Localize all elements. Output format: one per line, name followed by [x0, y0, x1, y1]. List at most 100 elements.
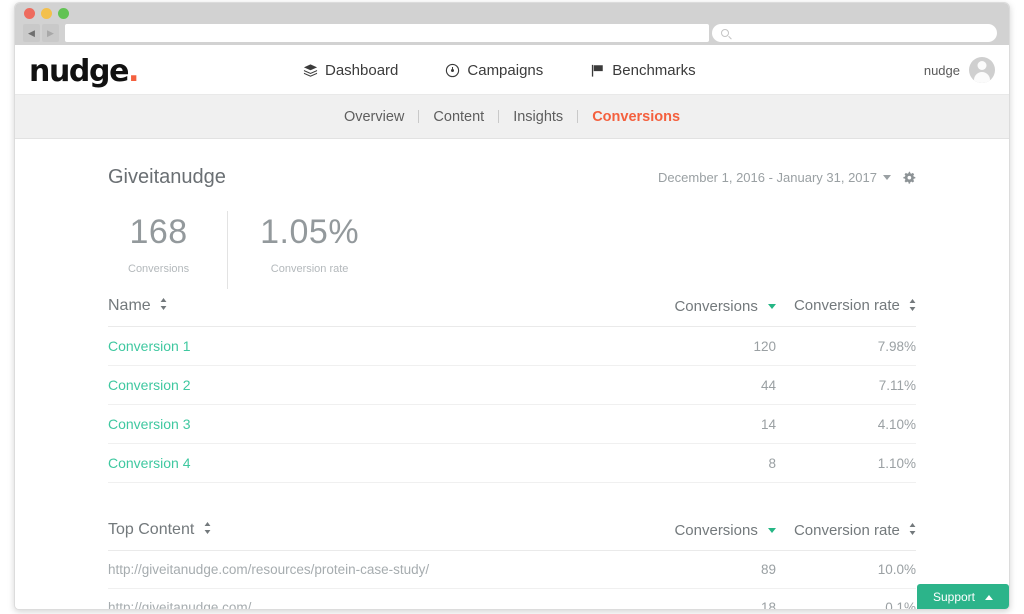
table-row[interactable]: Conversion 4 8 1.10% [108, 444, 916, 483]
table-header-row: Name Conversions Conversion rate [108, 297, 916, 327]
column-header-top-content[interactable]: Top Content [108, 521, 641, 551]
app-header: nudge. Dashboard Campaigns Benchmarks [15, 45, 1009, 95]
top-content-table: Top Content Conversions Conversion rate [108, 521, 916, 610]
logo-dot: . [128, 54, 138, 89]
conversions-table: Name Conversions Conversion rate [108, 297, 916, 483]
content-url-link[interactable]: http://giveitanudge.com/resources/protei… [108, 562, 429, 577]
tab-insights[interactable]: Insights [499, 109, 577, 125]
nav-item-dashboard-label: Dashboard [325, 62, 398, 79]
search-icon [721, 29, 729, 37]
table-header-row: Top Content Conversions Conversion rate [108, 521, 916, 551]
window-controls [24, 8, 69, 19]
page-header-row: Giveitanudge December 1, 2016 - January … [108, 139, 916, 189]
stat-conversion-rate-label: Conversion rate [271, 263, 349, 275]
column-header-conversion-rate[interactable]: Conversion rate [776, 521, 916, 551]
sort-updown-icon[interactable] [909, 298, 916, 315]
address-bar[interactable] [65, 24, 709, 42]
column-header-conversion-rate-label: Conversion rate [794, 297, 900, 314]
avatar[interactable] [969, 57, 995, 83]
content-url-link[interactable]: http://giveitanudge.com/ [108, 600, 251, 610]
sort-updown-icon[interactable] [204, 521, 211, 539]
cell-conversions: 89 [641, 551, 776, 589]
column-header-conversion-rate[interactable]: Conversion rate [776, 297, 916, 327]
chevron-down-icon[interactable] [883, 175, 891, 180]
column-header-conversions[interactable]: Conversions [641, 297, 776, 327]
column-header-conversions-label: Conversions [674, 298, 757, 315]
table-row[interactable]: Conversion 3 14 4.10% [108, 405, 916, 444]
section-spacer [108, 483, 916, 513]
sort-updown-icon[interactable] [909, 522, 916, 539]
nav-item-campaigns-label: Campaigns [467, 62, 543, 79]
browser-search-box[interactable] [712, 24, 997, 42]
maximize-window-button[interactable] [58, 8, 69, 19]
column-header-conversion-rate-label: Conversion rate [794, 522, 900, 539]
nudge-logo[interactable]: nudge. [29, 54, 138, 89]
gear-icon[interactable] [902, 171, 916, 185]
stat-conversion-rate-value: 1.05% [260, 211, 359, 253]
browser-chrome-bar: ◀ ▶ [15, 3, 1009, 45]
top-content-table-body: http://giveitanudge.com/resources/protei… [108, 551, 916, 610]
nav-item-benchmarks-label: Benchmarks [612, 62, 695, 79]
conversions-table-body: Conversion 1 120 7.98% Conversion 2 44 7… [108, 327, 916, 483]
tab-content[interactable]: Content [419, 109, 498, 125]
stat-conversions: 168 Conversions [108, 211, 227, 289]
page-body: Giveitanudge December 1, 2016 - January … [15, 139, 1009, 610]
cell-conversions: 14 [641, 405, 776, 444]
flag-icon [590, 63, 605, 78]
conversions-table-head: Name Conversions Conversion rate [108, 297, 916, 327]
conversion-name-link[interactable]: Conversion 3 [108, 416, 191, 432]
top-content-table-head: Top Content Conversions Conversion rate [108, 521, 916, 551]
table-row[interactable]: http://giveitanudge.com/resources/protei… [108, 551, 916, 589]
stat-conversions-value: 168 [129, 211, 187, 253]
stat-conversion-rate: 1.05% Conversion rate [227, 211, 387, 289]
cell-conversion-rate: 1.10% [776, 444, 916, 483]
column-header-name-label: Name [108, 297, 151, 314]
cell-conversion-rate: 7.98% [776, 327, 916, 366]
support-button-label: Support [933, 590, 975, 604]
cell-conversions: 44 [641, 366, 776, 405]
user-name-label: nudge [924, 63, 960, 78]
cell-conversion-rate: 4.10% [776, 405, 916, 444]
cell-conversion-rate: 7.11% [776, 366, 916, 405]
chevron-up-icon [985, 595, 993, 600]
cell-conversion-rate: 10.0% [776, 551, 916, 589]
minimize-window-button[interactable] [41, 8, 52, 19]
browser-nav-arrows: ◀ ▶ [23, 24, 59, 42]
sort-updown-icon[interactable] [160, 297, 167, 315]
date-range-label: December 1, 2016 - January 31, 2017 [658, 170, 877, 185]
table-row[interactable]: Conversion 1 120 7.98% [108, 327, 916, 366]
column-header-conversions-label: Conversions [674, 522, 757, 539]
table-row[interactable]: Conversion 2 44 7.11% [108, 366, 916, 405]
logo-text: nudge [29, 54, 128, 89]
column-header-top-content-label: Top Content [108, 521, 194, 538]
conversion-name-link[interactable]: Conversion 1 [108, 338, 191, 354]
user-menu[interactable]: nudge [924, 45, 995, 95]
sort-desc-icon[interactable] [768, 304, 776, 309]
sort-desc-icon[interactable] [768, 528, 776, 533]
summary-stats: 168 Conversions 1.05% Conversion rate [108, 211, 916, 289]
clock-icon [445, 63, 460, 78]
main-navigation: Dashboard Campaigns Benchmarks [303, 45, 696, 95]
date-range-control[interactable]: December 1, 2016 - January 31, 2017 [658, 170, 916, 185]
nav-item-campaigns[interactable]: Campaigns [445, 62, 543, 79]
nav-item-dashboard[interactable]: Dashboard [303, 62, 398, 79]
nav-item-benchmarks[interactable]: Benchmarks [590, 62, 695, 79]
close-window-button[interactable] [24, 8, 35, 19]
browser-window: ◀ ▶ nudge. Dashboard Campaigns [14, 2, 1010, 610]
cell-conversion-rate: 0.1% [776, 589, 916, 610]
tab-conversions[interactable]: Conversions [578, 109, 694, 125]
conversion-name-link[interactable]: Conversion 4 [108, 455, 191, 471]
column-header-name[interactable]: Name [108, 297, 641, 327]
table-row[interactable]: http://giveitanudge.com/ 18 0.1% [108, 589, 916, 610]
cell-conversions: 8 [641, 444, 776, 483]
conversion-name-link[interactable]: Conversion 2 [108, 377, 191, 393]
support-button[interactable]: Support [917, 584, 1009, 610]
page-title: Giveitanudge [108, 166, 226, 189]
layers-icon [303, 63, 318, 78]
back-icon[interactable]: ◀ [23, 24, 40, 42]
cell-conversions: 18 [641, 589, 776, 610]
tab-overview[interactable]: Overview [330, 109, 418, 125]
column-header-conversions[interactable]: Conversions [641, 521, 776, 551]
sub-navigation: Overview Content Insights Conversions [15, 95, 1009, 139]
forward-icon[interactable]: ▶ [42, 24, 59, 42]
